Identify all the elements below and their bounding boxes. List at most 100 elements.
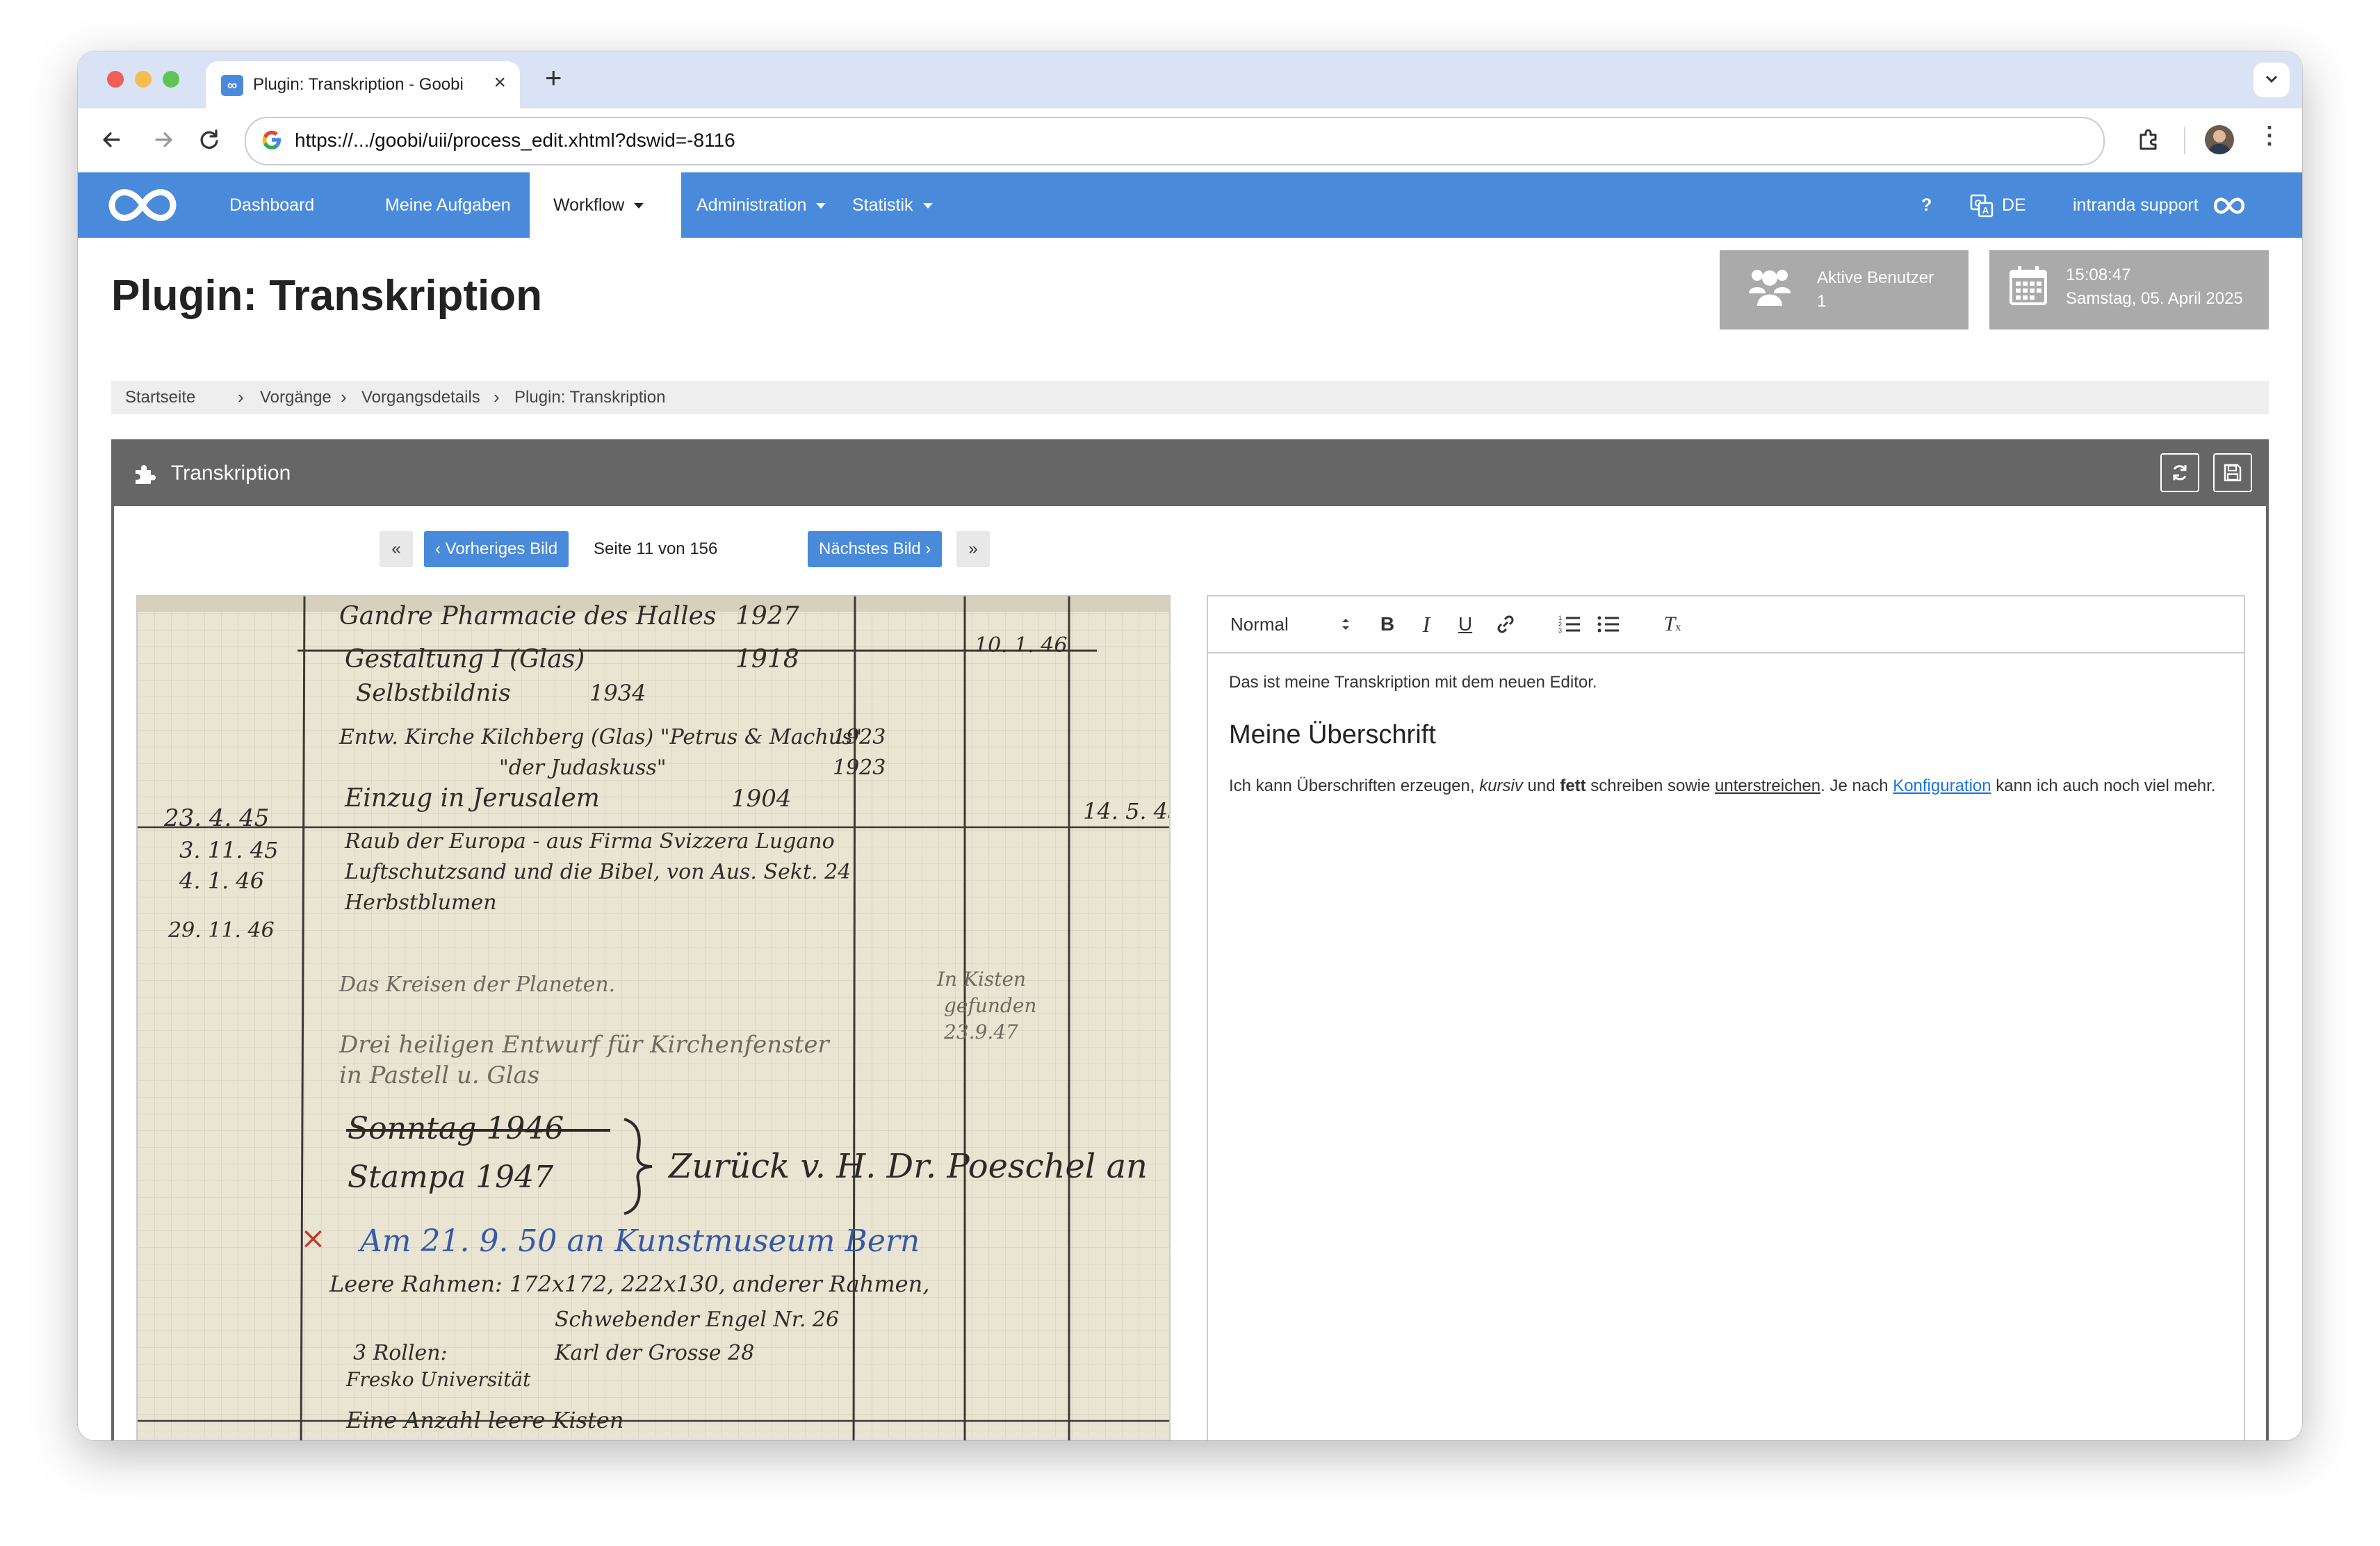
plugin-puzzle-icon: [136, 465, 156, 484]
nav-meine-aufgaben[interactable]: Meine Aufgaben: [361, 172, 535, 238]
user-menu[interactable]: intranda support: [2073, 172, 2245, 238]
google-icon: [262, 130, 281, 149]
transcription-panel: Transkription « ‹ Vorheriges Bild Seite …: [111, 439, 2269, 1440]
next-image-button[interactable]: Nächstes Bild ›: [808, 531, 943, 567]
puzzle-icon: [2139, 129, 2157, 150]
svg-text:4. 1. 46: 4. 1. 46: [179, 868, 264, 894]
chevron-down-icon: [634, 203, 644, 209]
nav-administration[interactable]: Administration: [673, 172, 849, 238]
svg-text:Am 21. 9. 50 an Kunstmuseum Be: Am 21. 9. 50 an Kunstmuseum Bern: [357, 1223, 920, 1259]
svg-text:Stampa 1947: Stampa 1947: [348, 1160, 553, 1195]
breadcrumb-vorgaenge[interactable]: Vorgänge: [260, 388, 332, 407]
svg-text:Drei heiligen Entwurf für Kir: Drei heiligen Entwurf für Kirchenfenster: [339, 1031, 830, 1059]
active-users-label: Aktive Benutzer: [1817, 268, 1934, 287]
address-bar[interactable]: https://.../goobi/uii/process_edit.xhtml…: [245, 117, 2105, 165]
svg-text:Sonntag 1946: Sonntag 1946: [348, 1111, 564, 1146]
active-users-count: 1: [1817, 292, 1827, 311]
active-users-widget: Aktive Benutzer 1: [1720, 250, 1969, 329]
editor-content[interactable]: Das ist meine Transkription mit dem neue…: [1229, 670, 2216, 799]
italic-icon[interactable]: I: [1414, 610, 1439, 638]
breadcrumb-vorgangsdetails[interactable]: Vorgangsdetails: [361, 388, 480, 407]
refresh-button[interactable]: [2160, 453, 2199, 492]
svg-text:1918: 1918: [735, 645, 799, 674]
help-button[interactable]: ?: [1921, 172, 1932, 238]
svg-text:Entw. Kirche Kilchberg (Glas): Entw. Kirche Kilchberg (Glas) "Petrus & …: [339, 725, 862, 749]
chevron-down-icon: [2265, 75, 2278, 83]
last-page-button[interactable]: »: [956, 531, 990, 567]
browser-tab[interactable]: ∞ Plugin: Transkription - Goobi workflow…: [206, 61, 520, 108]
select-arrows-icon: [1342, 619, 1349, 630]
browser-menu-icon[interactable]: ⋮: [2258, 124, 2281, 147]
previous-image-button[interactable]: ‹ Vorheriges Bild: [424, 531, 569, 567]
language-label: DE: [2002, 195, 2026, 215]
breadcrumb: Startseite › Vorgänge › Vorgangsdetails …: [111, 381, 2269, 414]
panel-header: Transkription: [114, 442, 2266, 506]
svg-text:gefunden: gefunden: [944, 994, 1036, 1017]
svg-text:1923: 1923: [833, 725, 886, 749]
url-text: https://.../goobi/uii/process_edit.xhtml…: [295, 129, 735, 151]
nav-workflow-label: Workflow: [553, 195, 625, 215]
p2-underline: unterstreichen: [1715, 776, 1821, 795]
svg-text:23.9.47: 23.9.47: [943, 1020, 1018, 1043]
editor-toolbar: Normal B I U 123 Tx: [1208, 596, 2244, 653]
language-switcher[interactable]: G A DE: [1970, 172, 2026, 238]
svg-text:14. 5. 43: 14. 5. 43: [1083, 798, 1169, 824]
document-image-viewer[interactable]: Gandre Pharmacie des Halles 1927 Gestaltu…: [136, 595, 1171, 1440]
goobi-favicon-icon: ∞: [221, 75, 243, 96]
p2-text-5: kann ich auch noch viel mehr.: [1991, 776, 2216, 795]
reload-button[interactable]: [193, 124, 225, 156]
svg-text:Das Kreisen der Planeten.: Das Kreisen der Planeten.: [339, 973, 615, 997]
nav-workflow[interactable]: Workflow: [530, 172, 681, 238]
svg-text:In Kisten: In Kisten: [936, 968, 1026, 991]
svg-text:1923: 1923: [833, 756, 886, 780]
link-icon[interactable]: [1492, 610, 1519, 638]
close-window-button[interactable]: [107, 71, 124, 88]
svg-text:"der Judaskuss": "der Judaskuss": [499, 756, 667, 780]
page-status: Seite 11 von 156: [594, 539, 718, 558]
editor-heading: Meine Überschrift: [1229, 720, 1436, 749]
tab-close-icon[interactable]: ×: [494, 71, 506, 95]
svg-text:in Pastell u. Glas: in Pastell u. Glas: [339, 1061, 539, 1089]
bold-icon[interactable]: B: [1375, 610, 1400, 638]
style-select[interactable]: Normal: [1230, 610, 1349, 638]
nav-dashboard[interactable]: Dashboard: [206, 172, 338, 238]
editor-paragraph-1: Das ist meine Transkription mit dem neue…: [1229, 673, 1597, 692]
svg-text:Eine Anzahl leere Kisten: Eine Anzahl leere Kisten: [345, 1407, 623, 1433]
forward-button[interactable]: [147, 124, 179, 156]
tab-search-button[interactable]: [2253, 63, 2290, 97]
clock-date: Samstag, 05. April 2025: [2066, 289, 2243, 308]
clear-format-icon[interactable]: Tx: [1658, 610, 1686, 638]
toolbar-divider: [2184, 127, 2185, 154]
svg-text:10. 1. 46: 10. 1. 46: [975, 633, 1068, 658]
ordered-list-icon[interactable]: 123: [1556, 610, 1583, 638]
breadcrumb-startseite[interactable]: Startseite: [125, 388, 195, 407]
browser-window: ∞ Plugin: Transkription - Goobi workflow…: [78, 51, 2302, 1440]
back-button[interactable]: [96, 124, 128, 156]
nav-statistik[interactable]: Statistik: [829, 172, 956, 238]
p2-bold: fett: [1560, 776, 1586, 795]
goobi-user-icon: [2213, 197, 2244, 214]
save-button[interactable]: [2213, 453, 2252, 492]
new-tab-button[interactable]: +: [545, 61, 562, 95]
reload-icon: [200, 129, 218, 149]
svg-text:Herbstblumen: Herbstblumen: [344, 890, 497, 915]
p2-text-4: . Je nach: [1820, 776, 1893, 795]
svg-text:A: A: [1982, 205, 1989, 215]
extensions-button[interactable]: [2133, 124, 2165, 159]
svg-text:Leere Rahmen: 172x172, 222x130: Leere Rahmen: 172x172, 222x130, anderer …: [329, 1271, 929, 1297]
profile-avatar[interactable]: [2205, 125, 2234, 154]
editor-paragraph-2: Ich kann Überschriften erzeugen, kursiv …: [1229, 774, 2216, 799]
handwritten-ledger-image: Gandre Pharmacie des Halles 1927 Gestaltu…: [138, 596, 1169, 1440]
p2-link-konfiguration[interactable]: Konfiguration: [1893, 776, 1991, 795]
svg-text:3. 11. 45: 3. 11. 45: [179, 837, 278, 863]
underline-icon[interactable]: U: [1453, 610, 1478, 638]
breadcrumb-separator: ›: [341, 386, 347, 407]
bullet-list-icon[interactable]: [1595, 610, 1622, 638]
calendar-icon: [2010, 266, 2047, 305]
maximize-window-button[interactable]: [163, 71, 179, 88]
clock-widget: 15:08:47 Samstag, 05. April 2025: [1989, 250, 2269, 329]
goobi-logo-icon[interactable]: [104, 184, 181, 227]
p2-text-1: Ich kann Überschriften erzeugen,: [1229, 776, 1480, 795]
first-page-button[interactable]: «: [380, 531, 413, 567]
minimize-window-button[interactable]: [135, 71, 152, 88]
